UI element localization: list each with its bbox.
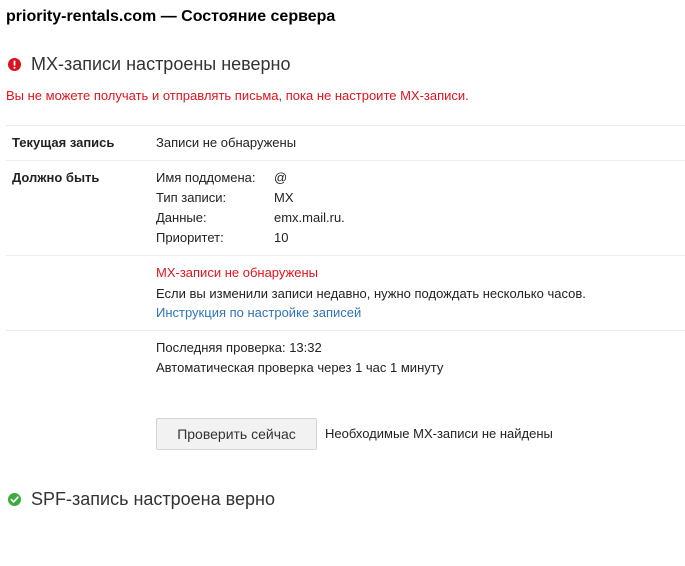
page-title: priority-rentals.com — Состояние сервера — [6, 8, 336, 25]
expected-record-label: Должно быть — [12, 170, 100, 185]
divider — [6, 160, 685, 161]
divider — [6, 330, 685, 331]
mx-status-title: MX-записи настроены неверно — [31, 54, 291, 74]
current-record-label: Текущая запись — [12, 135, 115, 150]
check-now-button[interactable]: Проверить сейчас — [156, 418, 317, 450]
exclamation-icon — [8, 58, 21, 71]
checkmark-icon — [8, 493, 21, 506]
server-status-page: priority-rentals.com — Состояние сервера… — [0, 0, 685, 566]
divider — [6, 255, 685, 256]
current-record-value: Записи не обнаружены — [156, 135, 297, 150]
mx-error-title: MX-записи не обнаружены — [156, 265, 318, 280]
mx-status-heading: MX-записи настроены неверно — [8, 54, 291, 75]
spf-status-title: SPF-запись настроена верно — [31, 489, 275, 509]
field-name-priority: Приоритет: — [156, 230, 224, 245]
auto-check-text: Автоматическая проверка через 1 час 1 ми… — [156, 360, 444, 375]
spf-status-heading: SPF-запись настроена верно — [8, 489, 275, 510]
divider — [6, 125, 685, 126]
field-value-record-type: MX — [274, 190, 294, 205]
mx-error-hint: Если вы изменили записи недавно, нужно п… — [156, 286, 586, 301]
field-value-subdomain: @ — [274, 170, 288, 185]
field-value-priority: 10 — [274, 230, 289, 245]
mx-warning-text: Вы не можете получать и отправлять письм… — [6, 88, 469, 103]
setup-instructions-link[interactable]: Инструкция по настройке записей — [156, 305, 361, 320]
field-name-data: Данные: — [156, 210, 207, 225]
last-check-text: Последняя проверка: 13:32 — [156, 340, 322, 355]
field-name-subdomain: Имя поддомена: — [156, 170, 256, 185]
field-name-record-type: Тип записи: — [156, 190, 227, 205]
field-value-data: emx.mail.ru. — [274, 210, 345, 225]
check-result-text: Необходимые MX-записи не найдены — [325, 426, 553, 441]
